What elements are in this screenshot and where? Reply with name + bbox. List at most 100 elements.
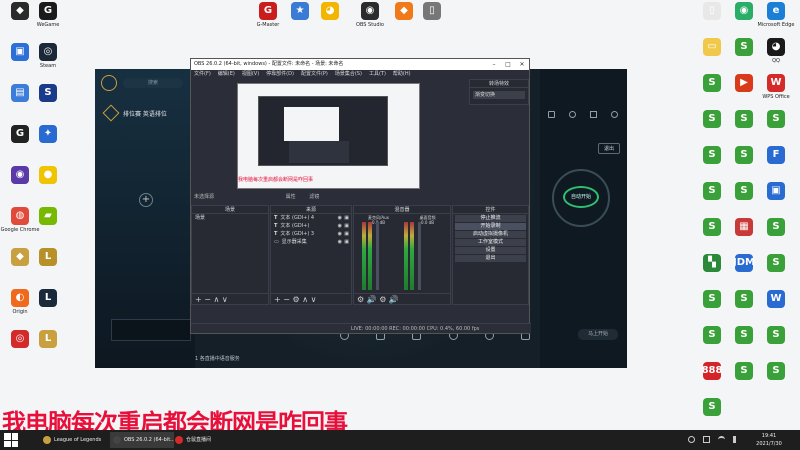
desktop-shortcut-right[interactable]: S [756,326,796,362]
lock-icon[interactable]: ▣ [344,230,349,238]
visibility-icon[interactable]: ◉ [338,230,342,238]
desktop-shortcut-left-icon: L [39,330,57,348]
desktop-shortcut-left[interactable]: L [28,330,68,366]
desktop-fader[interactable] [418,222,421,290]
control-button[interactable]: 启动虚拟摄像机 [455,231,526,238]
right-action-button[interactable]: 马上开始 [578,329,618,340]
desktop-shortcut-right[interactable]: W WPS Office [756,74,796,110]
taskbar-app-icon [43,436,51,444]
mixer-footer[interactable]: ⚙ 🔊 ⚙ 🔊 [354,293,450,304]
close-icon[interactable]: ✕ [515,59,529,70]
desktop-icon-label: Microsoft Edge [757,22,795,28]
source-item[interactable]: T 文本 (GDI+) 3 ◉ ▣ [271,230,351,238]
desktop-shortcut-left[interactable]: ✦ [28,125,68,161]
taskbar-app[interactable]: OBS 26.0.2 (64-bit...) [110,432,174,448]
desktop-shortcut-left[interactable]: ◎ Steam [28,43,68,79]
visibility-icon[interactable]: ◉ [338,238,342,246]
game-search-input[interactable]: 搜索 [123,78,183,88]
mixer-dock[interactable]: 混音器 麦克风/Aux0.0 dB桌面音频0.0 dB ⚙ 🔊 ⚙ 🔊 [353,205,451,305]
desktop-shortcut-left[interactable]: ● [28,166,68,202]
tray-icons[interactable] [600,436,740,444]
properties-button[interactable]: 属性 [286,194,296,200]
scenes-footer[interactable]: + − ∧ ∨ [192,293,268,304]
desktop-shortcut-left[interactable]: ▰ [28,207,68,243]
transition-select[interactable]: 渐变切换 [473,91,525,99]
desktop-shortcut-right[interactable]: S [756,362,796,398]
obs-menu-item[interactable]: 配置文件(P) [301,71,328,77]
auto-start-button[interactable]: 自动开始 [552,169,610,227]
taskbar-app[interactable]: League of Legends [40,432,104,448]
sources-dock[interactable]: 来源 T 文本 (GDI+) 4 ◉ ▣ T 文本 (GDI+) ◉ ▣ T 文本 (GDI+) … [270,205,352,305]
source-type-icon: T [274,215,278,221]
desktop-shortcut-right[interactable]: S [756,254,796,290]
obs-menu-item[interactable]: 工具(T) [369,71,386,77]
desktop-shortcut-right[interactable]: F [756,146,796,182]
party-icons [548,111,618,119]
obs-preview[interactable]: 我电脑每次重启都会断网是咋回事 [237,83,420,189]
maximize-icon[interactable]: □ [501,59,515,70]
source-item[interactable]: T 文本 (GDI+) ◉ ▣ [271,222,351,230]
desktop-shortcut-right-icon: S [703,182,721,200]
desktop-icon-label: WPS Office [762,94,790,100]
clock[interactable]: 19:41 2021/7/30 [744,432,794,448]
control-button[interactable]: 工作室模式 [455,239,526,246]
obs-titlebar[interactable]: OBS 26.0.2 (64-bit, windows) - 配置文件: 未命名… [191,59,529,70]
control-button[interactable]: 停止推流 [455,215,526,222]
desktop-shortcut-top[interactable]: ▯ [412,2,452,38]
sources-footer[interactable]: + − ⚙ ∧ ∨ [271,293,351,304]
desktop-shortcut-left[interactable]: L [28,248,68,284]
obs-menu-item[interactable]: 文件(F) [194,71,211,77]
sources-title: 来源 [271,206,351,214]
desktop-shortcut-left[interactable]: G WeGame [28,2,68,38]
desktop-shortcut-right[interactable]: ◕ QQ [756,38,796,74]
taskbar[interactable]: League of Legends OBS 26.0.2 (64-bit...) 仓… [0,430,800,450]
volume-icon[interactable] [733,436,740,443]
visibility-icon[interactable]: ◉ [338,214,342,222]
desktop-shortcut-right[interactable]: S [756,218,796,254]
desktop-shortcut-right[interactable]: ▣ [756,182,796,218]
start-button[interactable] [4,433,18,447]
visibility-icon[interactable]: ◉ [338,222,342,230]
transition-dock[interactable]: 转场特效 渐变切换 [469,79,529,105]
exit-button[interactable]: 退出 [598,143,620,154]
add-player-button[interactable]: + [139,193,153,207]
scene-item[interactable]: 场景 [192,214,268,222]
taskbar-app[interactable]: 仓鼠直播间 [172,432,236,448]
selected-source-label: 未选择源 [194,194,215,200]
obs-menubar[interactable]: 文件(F) 编辑(E) 视图(V) 停靠部件(D) 配置文件(P) 场景集合(S) 工具(T… [191,70,529,79]
obs-menu-item[interactable]: 编辑(E) [218,71,235,77]
controls-dock[interactable]: 控件 停止推流 开始录制 启动虚拟摄像机 工作室模式 设置 退出 [452,205,529,305]
desktop-shortcut-left-icon: L [39,289,57,307]
scenes-dock[interactable]: 场景 场景 + − ∧ ∨ [191,205,269,305]
desktop-shortcut-left-icon: ◐ [11,289,29,307]
wifi-icon[interactable] [718,436,725,443]
obs-menu-item[interactable]: 停靠部件(D) [266,71,294,77]
source-toolbar: 未选择源 属性 滤镜 [191,193,531,202]
lock-icon[interactable]: ▣ [344,214,349,222]
lock-icon[interactable]: ▣ [344,238,349,246]
control-button[interactable]: 开始录制 [455,223,526,230]
source-item[interactable]: T 文本 (GDI+) 4 ◉ ▣ [271,214,351,222]
lock-icon[interactable]: ▣ [344,222,349,230]
filters-button[interactable]: 滤镜 [309,194,319,200]
desktop-shortcut-right[interactable]: S [692,398,732,434]
tray-icon-2[interactable] [703,436,710,443]
desktop-shortcut-left[interactable]: S [28,84,68,120]
mic-fader[interactable] [376,222,379,290]
control-button[interactable]: 退出 [455,255,526,262]
control-button[interactable]: 设置 [455,247,526,254]
obs-menu-item[interactable]: 场景集合(S) [335,71,362,77]
obs-window[interactable]: OBS 26.0.2 (64-bit, windows) - 配置文件: 未命名… [190,58,531,334]
desktop-shortcut-right[interactable]: e Microsoft Edge [756,2,796,38]
desktop-shortcut-right[interactable]: W [756,290,796,326]
obs-menu-item[interactable]: 视图(V) [242,71,259,77]
desktop-shortcut-left-icon: ✦ [39,125,57,143]
minimize-icon[interactable]: – [487,59,501,70]
desktop-shortcut-right[interactable]: S [756,110,796,146]
obs-menu-item[interactable]: 帮助(H) [393,71,411,77]
source-item[interactable]: ▭ 显示器采集 ◉ ▣ [271,238,351,246]
tray-icon-1[interactable] [688,436,695,443]
desktop-shortcut-left[interactable]: L [28,289,68,325]
desktop-shortcut-right-icon: S [703,290,721,308]
desktop-shortcut-top[interactable]: ◕ [310,2,350,38]
